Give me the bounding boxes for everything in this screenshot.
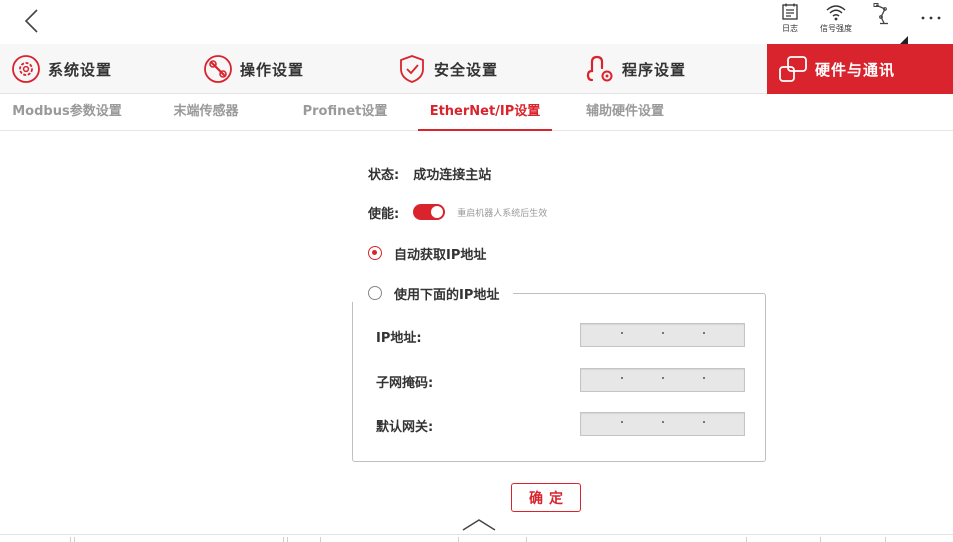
ip-address-label: IP地址:: [376, 331, 422, 346]
robot-arm-icon: [873, 3, 888, 25]
tab-system-settings[interactable]: 系统设置: [10, 44, 190, 94]
bottom-divider: [820, 537, 821, 542]
subtab-aux-hardware[interactable]: 辅助硬件设置: [576, 95, 674, 131]
radio-manual-ip[interactable]: 使用下面的IP地址: [352, 284, 514, 303]
bottom-divider: [283, 537, 284, 542]
tab-label: 程序设置: [622, 60, 687, 79]
program-node-icon: [586, 55, 613, 82]
default-gateway-label: 默认网关:: [376, 420, 434, 435]
subtab-profinet[interactable]: Profinet设置: [296, 95, 394, 131]
bottom-divider: [526, 537, 527, 542]
ip-dot: [662, 377, 664, 379]
bottom-divider: [287, 537, 288, 542]
manual-ip-label: 使用下面的IP地址: [394, 287, 500, 303]
bottom-divider: [320, 537, 321, 542]
ip-dot: [662, 332, 664, 334]
robot-arm-button[interactable]: [870, 2, 896, 26]
ip-dot: [662, 421, 664, 423]
wrench-circle-icon: [204, 55, 232, 83]
main-tabs: 系统设置 操作设置 安全设置 程序设置 硬件与通讯: [0, 44, 953, 94]
ip-address-input[interactable]: [580, 323, 745, 347]
radio-checked-icon: [368, 246, 382, 260]
bottom-divider: [746, 537, 747, 542]
bottom-divider: [74, 537, 75, 542]
enable-toggle[interactable]: [413, 204, 446, 220]
signal-strength-button[interactable]: 信号强度: [814, 2, 858, 34]
tab-operation-settings[interactable]: 操作设置: [202, 44, 382, 94]
tab-label: 操作设置: [240, 60, 305, 79]
radio-unchecked-icon: [368, 286, 382, 300]
tab-program-settings[interactable]: 程序设置: [584, 44, 764, 94]
bottom-divider: [70, 537, 71, 542]
enable-row: 使能: 重启机器人系统后生效: [368, 203, 548, 222]
subtab-modbus[interactable]: Modbus参数设置: [6, 95, 128, 131]
log-button[interactable]: 日志: [776, 2, 804, 34]
more-dots-icon: [921, 16, 941, 20]
ip-dot: [703, 421, 705, 423]
sub-tabs: Modbus参数设置 末端传感器 Profinet设置 EtherNet/IP设…: [0, 95, 953, 131]
subnet-mask-label: 子网掩码:: [376, 376, 434, 391]
status-label: 状态:: [368, 167, 400, 183]
more-menu-button[interactable]: [918, 6, 944, 26]
default-gateway-input[interactable]: [580, 412, 745, 436]
signal-label: 信号强度: [820, 24, 852, 33]
hardware-blocks-icon: [779, 56, 807, 82]
ip-dot: [621, 421, 623, 423]
back-arrow-icon[interactable]: [18, 6, 48, 36]
auto-ip-label: 自动获取IP地址: [394, 247, 487, 263]
enable-label: 使能:: [368, 206, 400, 222]
log-icon: [782, 3, 798, 20]
gear-circle-icon: [12, 55, 40, 83]
toggle-knob: [431, 206, 444, 218]
ip-address-row: IP地址:: [376, 323, 746, 349]
tab-label: 系统设置: [48, 60, 113, 79]
subtab-ethernet-ip[interactable]: EtherNet/IP设置: [418, 95, 552, 131]
ip-dot: [703, 332, 705, 334]
subnet-mask-row: 子网掩码:: [376, 368, 746, 394]
bottom-divider: [458, 537, 459, 542]
tab-label: 安全设置: [434, 60, 499, 79]
wifi-icon: [826, 5, 846, 21]
chevron-up-icon[interactable]: [461, 516, 497, 534]
default-gateway-row: 默认网关:: [376, 412, 746, 438]
bottom-divider: [885, 537, 886, 542]
enable-hint: 重启机器人系统后生效: [457, 208, 548, 219]
ip-dot: [621, 332, 623, 334]
subtab-end-sensor[interactable]: 末端传感器: [160, 95, 252, 131]
corner-indicator-icon: [900, 36, 908, 44]
ip-dot: [703, 377, 705, 379]
log-label: 日志: [782, 24, 798, 33]
radio-auto-ip[interactable]: 自动获取IP地址: [368, 244, 487, 263]
ip-dot: [621, 377, 623, 379]
confirm-button[interactable]: 确定: [511, 483, 581, 512]
subnet-mask-input[interactable]: [580, 368, 745, 392]
top-bar: 日志 信号强度: [0, 0, 953, 44]
status-value: 成功连接主站: [413, 167, 492, 183]
tab-safety-settings[interactable]: 安全设置: [396, 44, 576, 94]
tab-label: 硬件与通讯: [815, 60, 896, 79]
status-row: 状态: 成功连接主站: [368, 164, 492, 183]
bottom-bar: [0, 534, 953, 542]
tab-hardware-communication[interactable]: 硬件与通讯: [767, 44, 953, 94]
shield-check-icon: [400, 55, 424, 83]
